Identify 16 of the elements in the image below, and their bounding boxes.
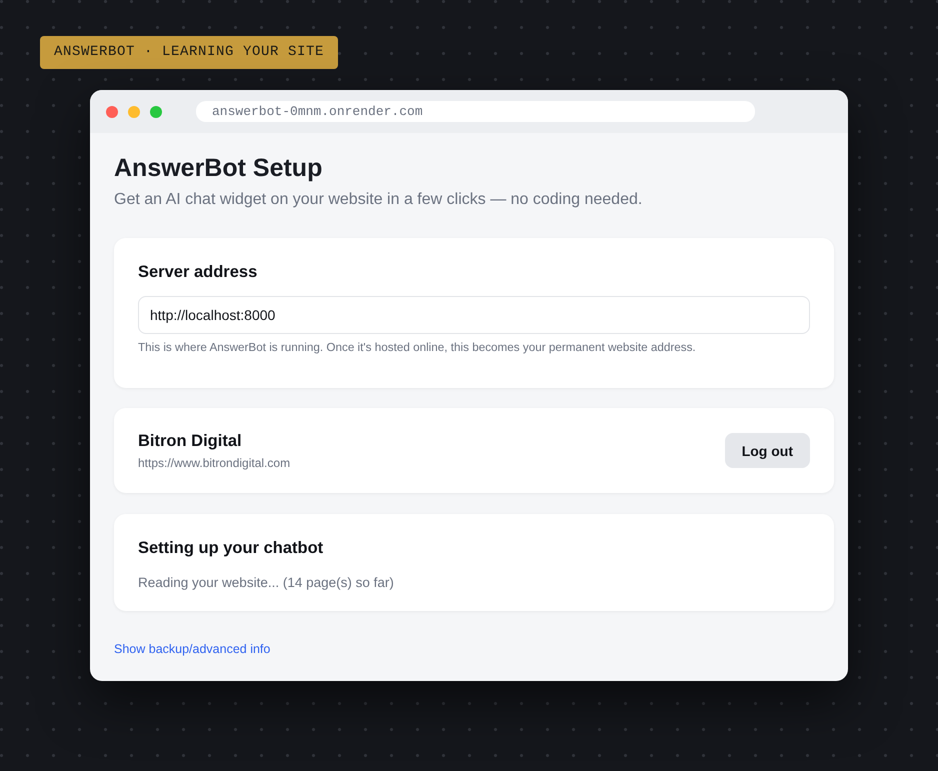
field-hint: This is where AnswerBot is running. Once it's hosted online, this becomes your permanent website address. — [138, 341, 696, 355]
address-bar[interactable]: answerbot-0mnm.onrender.com — [196, 101, 755, 122]
status-badge: ANSWERBOT · LEARNING YOUR SITE — [40, 36, 338, 69]
status-message: Reading your website... (14 page(s) so far) — [138, 575, 394, 591]
window-minimize-icon[interactable] — [128, 106, 140, 118]
page-subtitle: Get an AI chat widget on your website in a few clicks — no coding needed. — [114, 190, 642, 210]
card-title: Server address — [138, 262, 258, 282]
account-url: https://www.bitrondigital.com — [138, 456, 290, 470]
window-close-icon[interactable] — [106, 106, 118, 118]
advanced-info-link[interactable]: Show backup/advanced info — [114, 641, 270, 657]
page-title: AnswerBot Setup — [114, 153, 322, 183]
card-title: Setting up your chatbot — [138, 538, 324, 558]
server-address-field[interactable]: http://localhost:8000 — [138, 296, 810, 334]
account-name: Bitron Digital — [138, 431, 242, 451]
log-out-button[interactable]: Log out — [724, 433, 810, 468]
window-maximize-icon[interactable] — [150, 106, 162, 118]
